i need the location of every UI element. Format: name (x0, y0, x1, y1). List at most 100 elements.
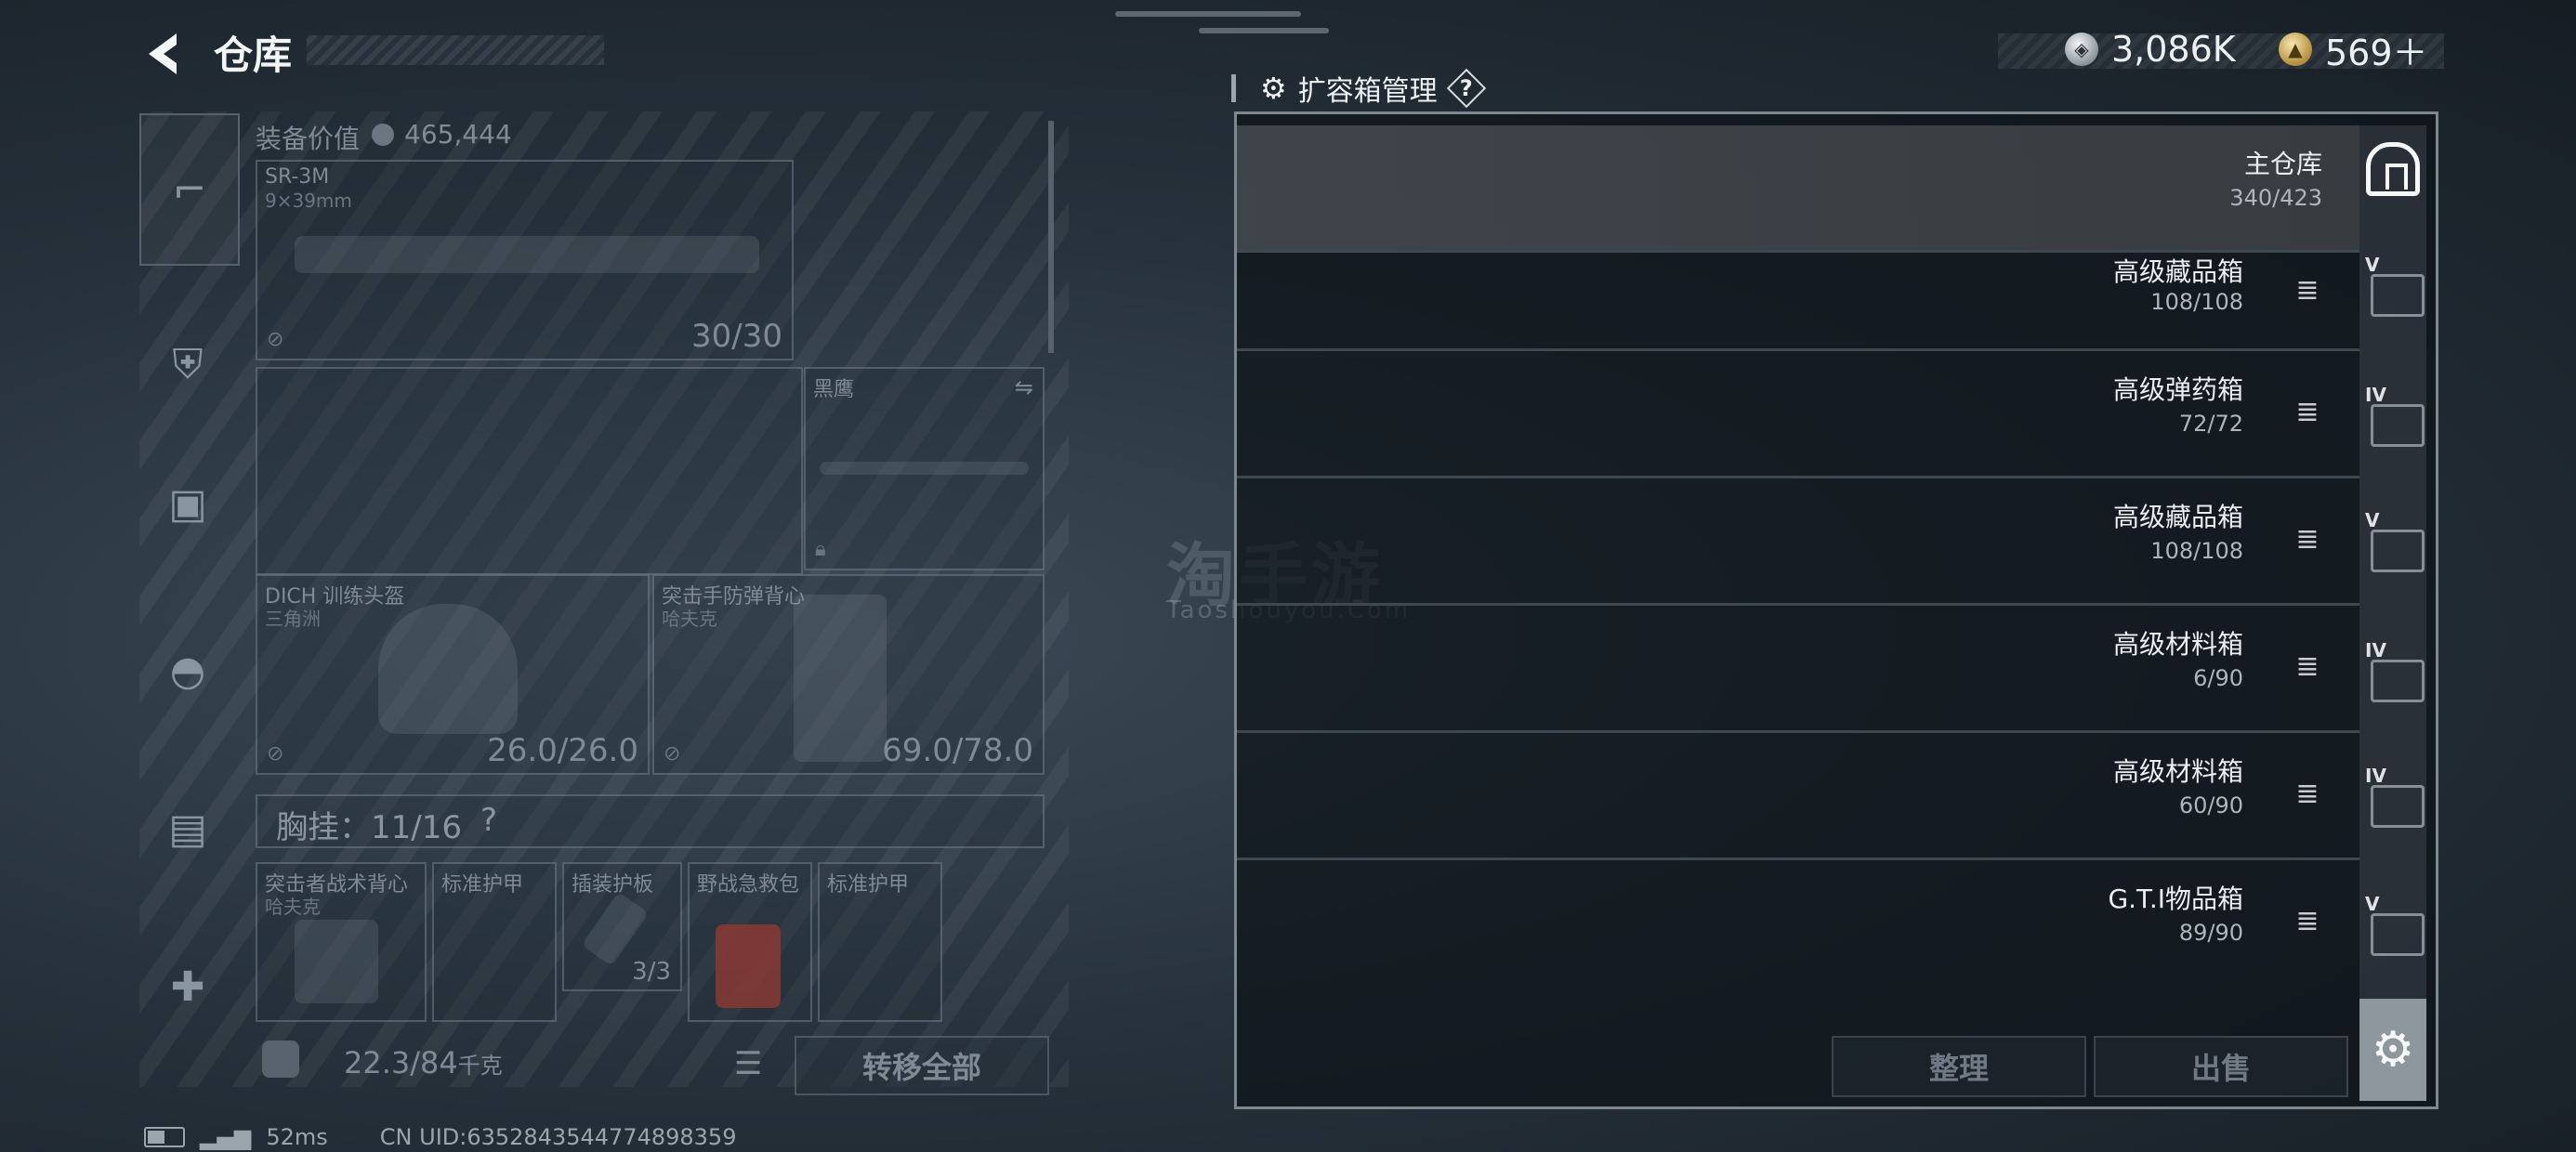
gti-box-icon: V (2361, 893, 2425, 967)
armor-sub: 哈夫克 (662, 608, 717, 630)
light-streak (1115, 11, 1301, 17)
rig-item-name: 插装护板 (572, 873, 654, 897)
drag-handle-icon[interactable]: ≣ (2291, 521, 2324, 558)
row-name: 高级材料箱 (2112, 756, 2243, 787)
weapon-ammo: 30/30 (691, 318, 782, 355)
melee-slot[interactable]: 黑鹰 ⇋ 🔒︎ (804, 367, 1045, 570)
rig-item[interactable]: 标准护甲 (818, 862, 942, 1022)
row-capacity: 108/108 (2150, 289, 2243, 315)
warehouse-icon[interactable] (2366, 142, 2420, 196)
rig-item[interactable]: 插装护板 3/3 (562, 862, 682, 991)
equipment-value: 465,444 (404, 119, 512, 150)
secondary-weapon-slot[interactable] (256, 367, 803, 575)
chest-rig-count: 胸挂：11/16 (276, 809, 462, 846)
material-box-icon: IV (2361, 765, 2425, 839)
swap-icon[interactable]: ⇋ (1015, 374, 1033, 400)
drag-handle-icon[interactable]: ≣ (2291, 648, 2324, 686)
scrollbar[interactable] (1048, 121, 1054, 353)
signal-icon: ▂▄▆ (200, 1124, 252, 1150)
row-container[interactable]: 高级藏品箱 108/108 ≣ (1237, 478, 2359, 606)
helmet-slot[interactable]: DICH 训练头盔 三角洲 ⊘ 26.0/26.0 (256, 574, 650, 775)
tab-helmet[interactable]: ◓ (139, 596, 236, 745)
rig-item[interactable]: 野战急救包 (688, 862, 812, 1022)
tab-armor[interactable]: ⛨ (139, 290, 236, 439)
back-button[interactable] (139, 26, 186, 82)
rig-item-name: 野战急救包 (697, 873, 800, 897)
material-box-icon: IV (2361, 639, 2425, 713)
drag-handle-icon[interactable]: ≣ (2291, 394, 2324, 431)
light-streak (1199, 28, 1329, 33)
armor-image (794, 595, 887, 762)
plate-image (581, 891, 650, 967)
tab-backpack[interactable]: ▣ (139, 429, 236, 578)
row-main-warehouse[interactable]: 主仓库 340/423 (1237, 125, 2359, 253)
drag-handle-icon[interactable]: ≣ (2291, 272, 2324, 309)
category-tabs: ⌐ ⛨ ▣ ◓ ▤ ✚ (139, 113, 240, 1080)
weight-icon (262, 1041, 299, 1078)
battery-icon (144, 1127, 185, 1147)
drag-handle-icon[interactable]: ≣ (2291, 776, 2324, 813)
weapon-slot[interactable]: SR-3M 9×39mm ⊘ 30/30 (256, 160, 794, 360)
row-name: 高级藏品箱 (2112, 256, 2243, 287)
ammo-box-icon: IV (2361, 384, 2425, 458)
medkit-image (716, 924, 781, 1008)
title-decoration (307, 35, 604, 65)
help-button[interactable]: ? (1449, 71, 1484, 106)
carry-weight: 22.3/84千克 (344, 1045, 503, 1080)
melee-name: 黑鹰 (813, 378, 855, 401)
medkit-icon: ✚ (170, 962, 205, 1011)
chest-rig-header[interactable]: 胸挂：11/16 ? (256, 794, 1045, 848)
silver-currency[interactable]: ◈ 3,086K (2065, 28, 2236, 71)
row-container[interactable]: 高级材料箱 60/90 ≣ (1237, 733, 2359, 860)
uid: CN UID:63528435447748983​59 (379, 1124, 737, 1150)
help-icon[interactable]: ? (480, 802, 497, 839)
row-name: G.T.I物品箱 (2108, 884, 2243, 914)
gold-amount: 569＋ (2325, 32, 2428, 73)
sell-button[interactable]: 出售 (2094, 1036, 2348, 1097)
row-container[interactable]: 高级材料箱 6/90 ≣ (1237, 606, 2359, 733)
silver-amount: 3,086K (2111, 29, 2236, 70)
header-bar (1231, 74, 1236, 102)
drag-handle-icon[interactable]: ≣ (2291, 903, 2324, 940)
helmet-sub: 三角洲 (265, 608, 321, 630)
helmet-durability: 26.0/26.0 (487, 732, 638, 769)
weight-unit: 千克 (457, 1053, 503, 1079)
rig-item[interactable]: 标准护甲 (432, 862, 557, 1022)
row-name: 高级材料箱 (2112, 629, 2243, 660)
slot-lock-icon: ⊘ (664, 742, 681, 766)
row-container[interactable]: 高级弹药箱 72/72 ≣ (1237, 351, 2359, 478)
back-arrow-icon (149, 33, 177, 74)
transfer-all-button[interactable]: 转移全部 (795, 1036, 1049, 1095)
weight-value: 22.3/84 (344, 1045, 458, 1080)
rig-item-count: 3/3 (632, 958, 671, 986)
row-capacity: 89/90 (2178, 920, 2243, 946)
slot-lock-icon: ⊘ (267, 328, 284, 351)
tab-rig[interactable]: ▤ (139, 754, 236, 903)
row-name: 主仓库 (2243, 149, 2322, 179)
status-bar: ▂▄▆ 52ms CN UID:63528435447748983​59 (144, 1124, 736, 1150)
tab-weapons[interactable]: ⌐ (139, 113, 240, 266)
rig-item-sub: 哈夫克 (265, 896, 321, 918)
list-icon[interactable]: ☰ (734, 1045, 762, 1082)
row-capacity: 6/90 (2193, 665, 2243, 691)
row-container[interactable]: 高级藏品箱 108/108 ≣ (1237, 252, 2359, 351)
gear-icon: ⚙ (1260, 71, 1287, 106)
help-icon: ? (1459, 75, 1473, 101)
row-name: 高级藏品箱 (2112, 502, 2243, 532)
page-title: 仓库 (214, 33, 293, 78)
slot-lock-icon: ⊘ (267, 742, 284, 766)
tab-medical[interactable]: ✚ (139, 912, 236, 1061)
rig-item[interactable]: 突击者战术背心 哈夫克 (256, 862, 427, 1022)
weapon-caliber: 9×39mm (265, 190, 352, 212)
row-capacity: 108/108 (2150, 538, 2243, 564)
gun-icon: ⌐ (172, 165, 207, 214)
armor-slot[interactable]: 突击手防弹背心 哈夫克 ⊘ 69.0/78.0 (652, 574, 1045, 775)
gear-icon: ⚙ (2371, 1022, 2415, 1078)
rifle-image (295, 236, 759, 273)
sort-button[interactable]: 整理 (1832, 1036, 2086, 1097)
gold-currency[interactable]: ▲ 569＋ (2279, 28, 2428, 73)
row-capacity: 60/90 (2178, 792, 2243, 818)
vest-image (295, 920, 378, 1003)
settings-button[interactable]: ⚙ (2359, 999, 2426, 1101)
row-container[interactable]: G.T.I物品箱 89/90 ≣ (1237, 860, 2359, 985)
